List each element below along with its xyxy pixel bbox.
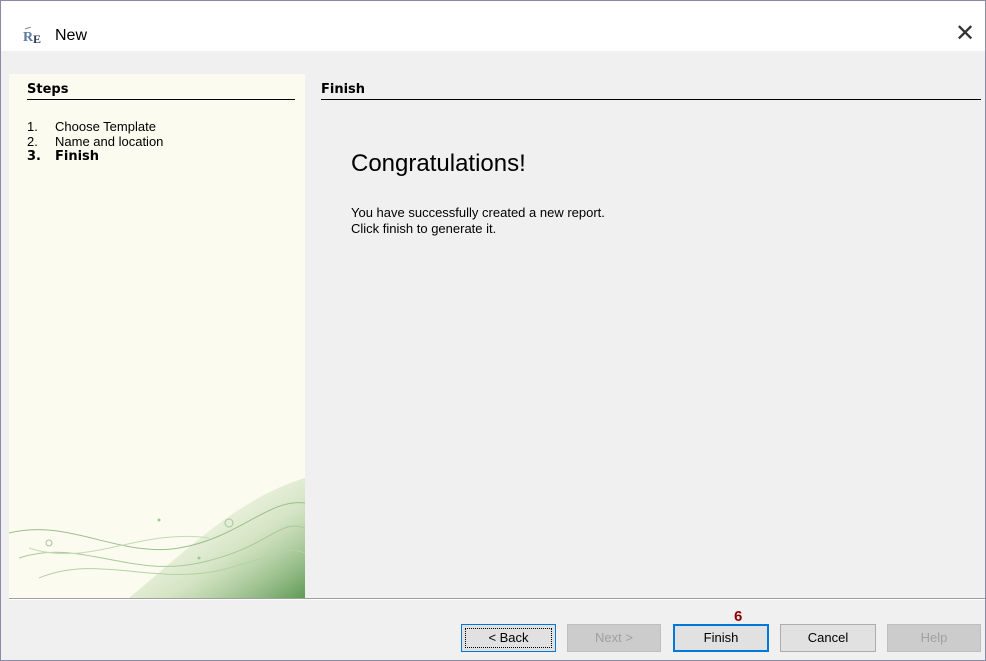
- focus-ring: [465, 628, 552, 648]
- help-button[interactable]: Help: [887, 624, 981, 652]
- window-title: New: [55, 27, 88, 44]
- new-wizard-dialog: R E New ✕ Steps 1. Choose Template 2. Name…: [0, 0, 986, 661]
- step-number: 2.: [27, 134, 38, 149]
- success-message: You have successfully created a new repo…: [351, 205, 605, 220]
- step-item-current: 3. Finish: [27, 149, 99, 164]
- step-label: Choose Template: [55, 119, 156, 134]
- step-label: Finish: [55, 149, 100, 164]
- congratulations-heading: Congratulations!: [351, 150, 526, 177]
- step-number: 3.: [27, 149, 41, 164]
- content-divider: [321, 99, 981, 100]
- close-button[interactable]: ✕: [945, 19, 985, 49]
- finish-content-panel: Finish Congratulations! You have success…: [305, 74, 985, 598]
- step-annotation-badge: 6: [734, 608, 743, 625]
- footer-divider-highlight: [9, 599, 985, 600]
- instruction-message: Click finish to generate it.: [351, 221, 497, 236]
- content-heading: Finish: [321, 82, 366, 97]
- step-item: 2. Name and location: [27, 134, 163, 149]
- back-button[interactable]: < Back: [461, 624, 556, 652]
- finish-button[interactable]: Finish: [673, 624, 769, 652]
- steps-panel: Steps 1. Choose Template 2. Name and locat…: [9, 74, 305, 598]
- report-app-icon: R E: [23, 27, 41, 45]
- step-item: 1. Choose Template: [27, 119, 156, 134]
- next-button[interactable]: Next >: [567, 624, 661, 652]
- steps-divider: [27, 99, 295, 100]
- steps-heading: Steps: [27, 82, 69, 97]
- decorative-swirl-graphic: [9, 478, 305, 598]
- svg-text:E: E: [33, 32, 41, 45]
- step-label: Name and location: [55, 134, 164, 149]
- title-bar: R E New ✕: [1, 1, 985, 51]
- step-number: 1.: [27, 119, 38, 134]
- cancel-button[interactable]: Cancel: [780, 624, 876, 652]
